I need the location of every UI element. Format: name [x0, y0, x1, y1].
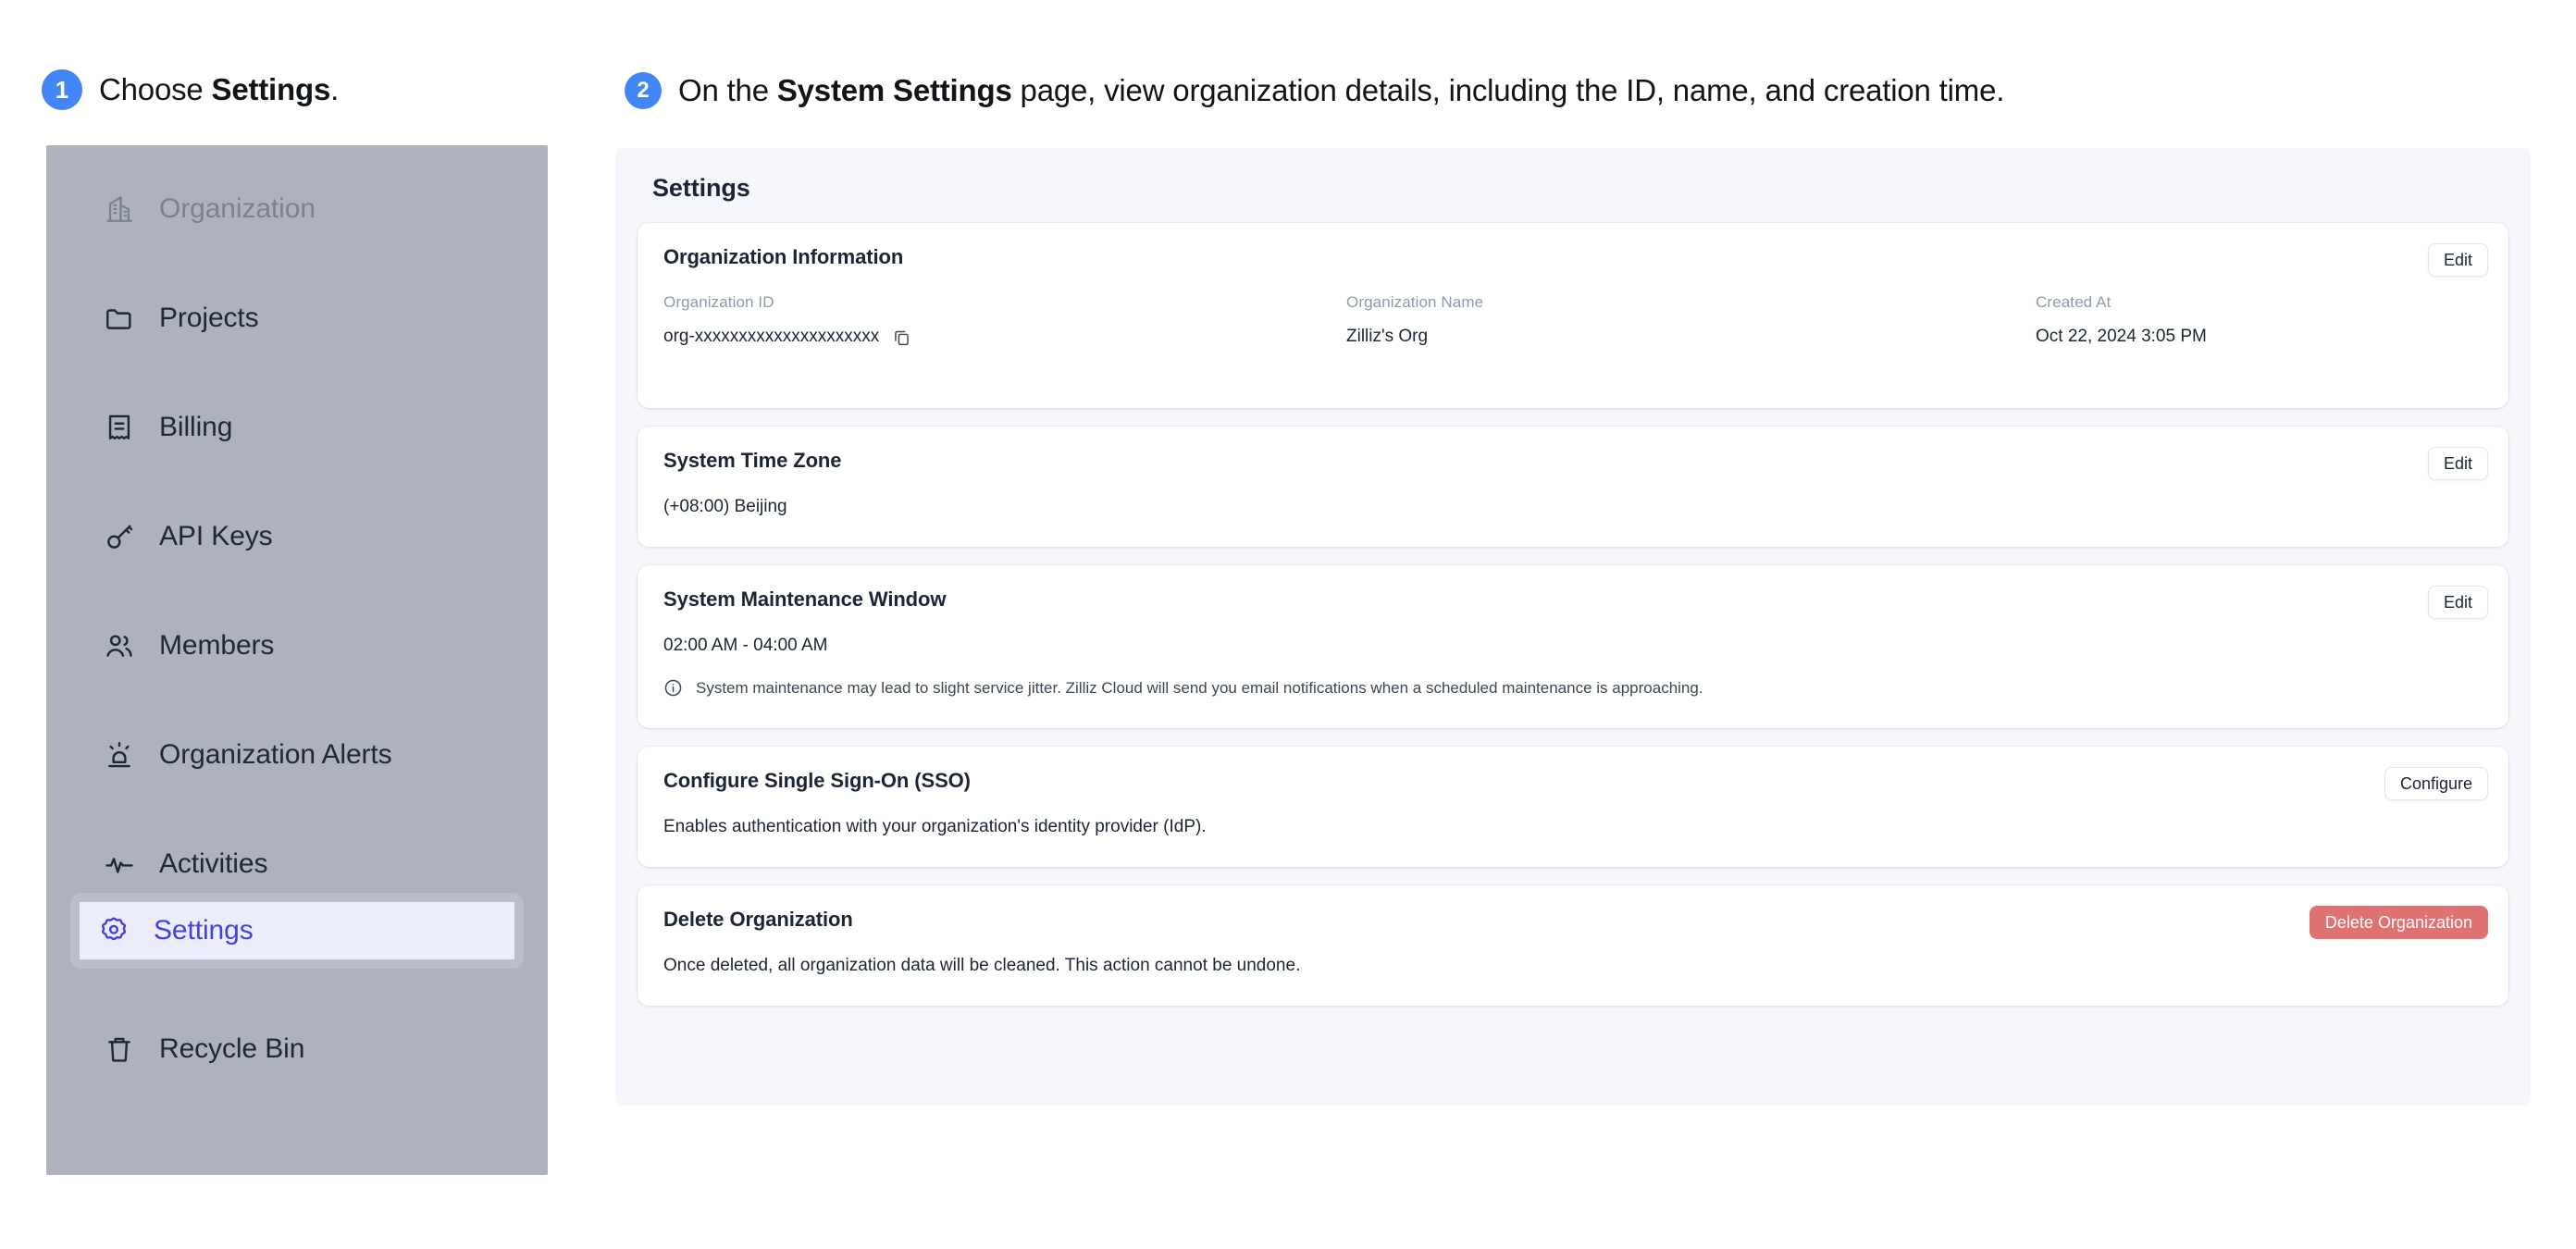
card-delete-organization: Delete Organization Delete Organization … — [638, 885, 2508, 1006]
field-label: Organization ID — [663, 293, 774, 311]
step-2-suffix: page, view organization details, includi… — [1011, 73, 2005, 107]
card-title: System Time Zone — [663, 449, 842, 472]
sidebar-item-label: Settings — [154, 915, 254, 946]
card-system-time-zone: System Time Zone Edit (+08:00) Beijing — [638, 427, 2508, 547]
tutorial-screenshot: 1 Choose Settings. 2 On the System Setti… — [0, 0, 2576, 1249]
step-2-prefix: On the — [678, 73, 777, 107]
field-organization-name: Organization Name Zilliz's Org — [1346, 293, 2036, 347]
field-organization-id: Organization ID org-xxxxxxxxxxxxxxxxxxxx… — [663, 293, 1346, 347]
step-2-badge: 2 — [625, 72, 662, 109]
field-value-row: org-xxxxxxxxxxxxxxxxxxxxx — [663, 327, 1346, 347]
page-title: Settings — [652, 174, 750, 202]
sidebar-item-activities[interactable]: Activities — [85, 835, 509, 893]
sidebar-item-api-keys[interactable]: API Keys — [85, 508, 509, 565]
key-icon — [102, 519, 137, 554]
copy-icon[interactable] — [892, 328, 911, 347]
time-zone-value: (+08:00) Beijing — [663, 497, 787, 516]
field-label: Created At — [2036, 293, 2112, 311]
sidebar-item-label: Organization — [159, 193, 316, 224]
settings-card-list: Organization Information Edit Organizati… — [615, 203, 2531, 1006]
sidebar-item-label: Activities — [159, 848, 268, 879]
step-2-text: On the System Settings page, view organi… — [678, 73, 2004, 108]
sidebar-nav-list: Organization Projects Billing API Keys M… — [46, 145, 548, 1078]
sidebar-item-label: Recycle Bin — [159, 1033, 305, 1064]
sidebar-item-organization-alerts[interactable]: Organization Alerts — [85, 726, 509, 784]
sidebar-item-label: Projects — [159, 303, 259, 333]
organization-name-value: Zilliz's Org — [1346, 327, 1429, 346]
sidebar-item-label: Billing — [159, 412, 233, 442]
sidebar-item-billing[interactable]: Billing — [85, 399, 509, 456]
card-title: Organization Information — [663, 245, 904, 268]
step-2-heading: 2 On the System Settings page, view orga… — [625, 72, 2004, 109]
maintenance-note-text: System maintenance may lead to slight se… — [696, 678, 1703, 697]
sidebar-item-settings[interactable]: Settings — [70, 893, 524, 969]
sidebar-item-members[interactable]: Members — [85, 617, 509, 674]
configure-sso-button[interactable]: Configure — [2384, 767, 2488, 800]
created-at-value: Oct 22, 2024 3:05 PM — [2036, 327, 2207, 346]
edit-time-zone-button[interactable]: Edit — [2427, 447, 2488, 480]
sidebar-item-settings-inner[interactable]: Settings — [80, 902, 514, 959]
step-1-bold: Settings — [211, 72, 331, 106]
folder-icon — [102, 301, 137, 336]
building-icon — [102, 192, 137, 227]
receipt-icon — [102, 410, 137, 445]
step-1-suffix: . — [330, 72, 340, 106]
sidebar-item-label: Members — [159, 630, 275, 661]
organization-id-value: org-xxxxxxxxxxxxxxxxxxxxx — [663, 327, 880, 346]
sidebar: Organization Projects Billing API Keys M… — [46, 145, 548, 1175]
info-icon — [663, 678, 683, 698]
card-organization-information: Organization Information Edit Organizati… — [638, 223, 2508, 408]
edit-maintenance-window-button[interactable]: Edit — [2427, 586, 2488, 619]
card-system-maintenance-window: System Maintenance Window Edit 02:00 AM … — [638, 565, 2508, 728]
field-created-at: Created At Oct 22, 2024 3:05 PM — [2036, 293, 2207, 347]
organization-fields: Organization ID org-xxxxxxxxxxxxxxxxxxxx… — [663, 293, 2483, 347]
delete-organization-description: Once deleted, all organization data will… — [663, 956, 1301, 975]
step-1-heading: 1 Choose Settings. — [42, 69, 339, 110]
card-title: Delete Organization — [663, 908, 853, 931]
sidebar-item-label: Organization Alerts — [159, 739, 392, 770]
step-1-text: Choose Settings. — [99, 72, 339, 107]
activity-icon — [102, 847, 137, 882]
gear-icon — [96, 913, 131, 948]
edit-organization-button[interactable]: Edit — [2427, 243, 2488, 277]
sso-description: Enables authentication with your organiz… — [663, 817, 1207, 836]
sidebar-item-projects[interactable]: Projects — [85, 290, 509, 347]
alarm-icon — [102, 737, 137, 773]
maintenance-note: System maintenance may lead to slight se… — [663, 678, 2483, 698]
sidebar-item-recycle-bin[interactable]: Recycle Bin — [85, 1020, 509, 1078]
step-1-prefix: Choose — [99, 72, 212, 106]
delete-organization-button[interactable]: Delete Organization — [2309, 906, 2488, 939]
step-1-badge: 1 — [42, 69, 82, 110]
field-label: Organization Name — [1346, 293, 1484, 311]
trash-icon — [102, 1032, 137, 1067]
sidebar-item-label: API Keys — [159, 521, 273, 551]
card-configure-sso: Configure Single Sign-On (SSO) Configure… — [638, 747, 2508, 867]
card-title: System Maintenance Window — [663, 587, 947, 611]
step-2-bold: System Settings — [776, 73, 1012, 107]
users-icon — [102, 628, 137, 663]
card-title: Configure Single Sign-On (SSO) — [663, 769, 971, 792]
sidebar-item-organization[interactable]: Organization — [85, 180, 509, 238]
maintenance-window-value: 02:00 AM - 04:00 AM — [663, 636, 828, 655]
settings-panel: Settings Organization Information Edit O… — [615, 148, 2531, 1106]
